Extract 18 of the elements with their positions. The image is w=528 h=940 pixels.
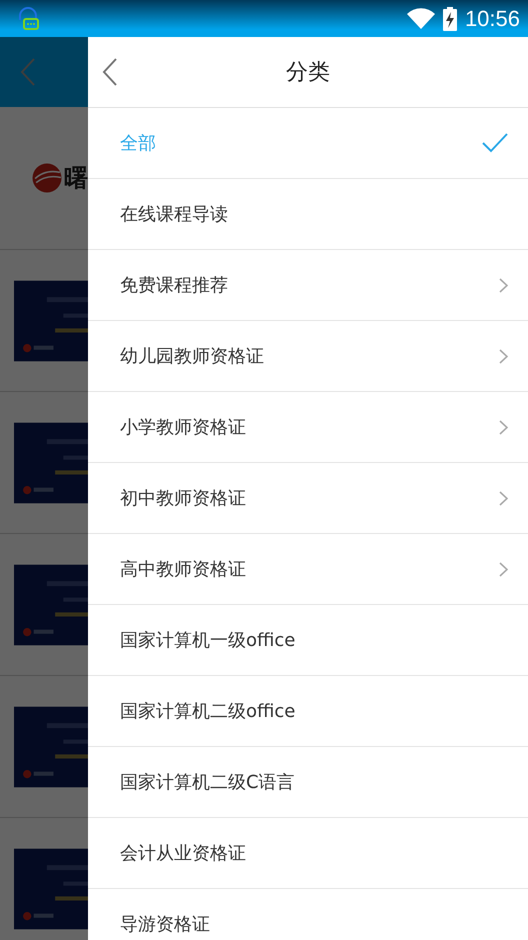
back-icon[interactable]: [102, 58, 118, 86]
category-item[interactable]: 国家计算机一级office: [88, 605, 528, 676]
logo-text: 曙: [64, 163, 88, 194]
headset-chat-icon: [16, 6, 42, 32]
category-item[interactable]: 会计从业资格证: [88, 818, 528, 889]
category-item[interactable]: 小学教师资格证: [88, 392, 528, 463]
drawer-title: 分类: [286, 59, 330, 87]
wifi-icon: [406, 8, 435, 30]
category-item[interactable]: 免费课程推荐: [88, 250, 528, 321]
category-item[interactable]: 国家计算机二级office: [88, 676, 528, 747]
category-item[interactable]: 国家计算机二级C语言: [88, 747, 528, 818]
category-item[interactable]: 初中教师资格证: [88, 463, 528, 534]
category-item[interactable]: 在线课程导读: [88, 179, 528, 250]
battery-charging-icon: [442, 6, 457, 30]
category-item[interactable]: 导游资格证: [88, 889, 528, 940]
clock-time: 10:56: [464, 6, 520, 32]
category-item[interactable]: 幼儿园教师资格证: [88, 321, 528, 392]
category-item[interactable]: 高中教师资格证: [88, 534, 528, 605]
